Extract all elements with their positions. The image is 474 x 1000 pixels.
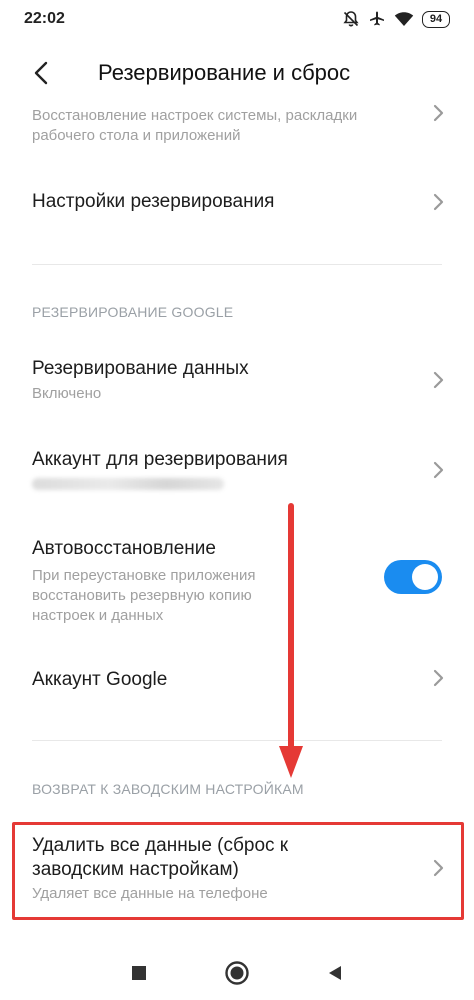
system-nav-bar <box>0 940 474 1000</box>
status-icons: 94 <box>342 10 450 28</box>
wifi-icon <box>394 11 414 27</box>
chevron-right-icon <box>433 461 444 479</box>
highlight-annotation-box <box>12 822 464 920</box>
airplane-icon <box>368 10 386 28</box>
recents-square-icon[interactable] <box>124 958 154 988</box>
battery-icon: 94 <box>422 10 450 28</box>
back-triangle-icon[interactable] <box>320 958 350 988</box>
section-label-factory-reset: ВОЗВРАТ К ЗАВОДСКИМ НАСТРОЙКАМ <box>32 781 304 797</box>
auto-restore-description: При переустановке приложения восстановит… <box>32 567 256 624</box>
divider <box>32 740 442 741</box>
blurred-email <box>32 478 224 490</box>
chevron-right-icon <box>433 104 444 122</box>
divider <box>32 264 442 265</box>
back-arrow-icon[interactable] <box>26 58 56 88</box>
chevron-right-icon <box>433 669 444 687</box>
status-bar: 22:02 94 <box>0 0 474 40</box>
backup-account-title: Аккаунт для резервирования <box>32 449 288 470</box>
auto-restore-row[interactable]: Автовосстановление При переустановке при… <box>0 528 474 628</box>
home-circle-icon[interactable] <box>222 958 252 988</box>
backup-account-row[interactable]: Аккаунт для резервирования <box>0 440 474 500</box>
annotation-arrow-icon <box>279 503 303 778</box>
page-title: Резервирование и сброс <box>98 60 351 85</box>
backup-settings-row[interactable]: Настройки резервирования <box>0 172 474 232</box>
restore-row[interactable]: Восстановление настроек системы, расклад… <box>0 98 474 158</box>
backup-settings-title: Настройки резервирования <box>32 191 275 212</box>
toggle-knob <box>412 564 438 590</box>
google-account-title: Аккаунт Google <box>32 669 168 690</box>
restore-row-subtitle: Восстановление настроек системы, расклад… <box>32 107 358 144</box>
auto-restore-title: Автовосстановление <box>32 538 216 559</box>
app-header: Резервирование и сброс <box>0 50 474 96</box>
data-backup-status: Включено <box>32 385 102 402</box>
section-label-google: РЕЗЕРВИРОВАНИЕ GOOGLE <box>32 304 234 320</box>
data-backup-row[interactable]: Резервирование данных Включено <box>0 346 474 416</box>
status-time: 22:02 <box>24 10 65 27</box>
auto-restore-toggle[interactable] <box>384 560 442 594</box>
chevron-right-icon <box>433 371 444 389</box>
data-backup-title: Резервирование данных <box>32 358 249 379</box>
muted-bell-icon <box>342 10 360 28</box>
chevron-right-icon <box>433 193 444 211</box>
google-account-row[interactable]: Аккаунт Google <box>0 650 474 710</box>
